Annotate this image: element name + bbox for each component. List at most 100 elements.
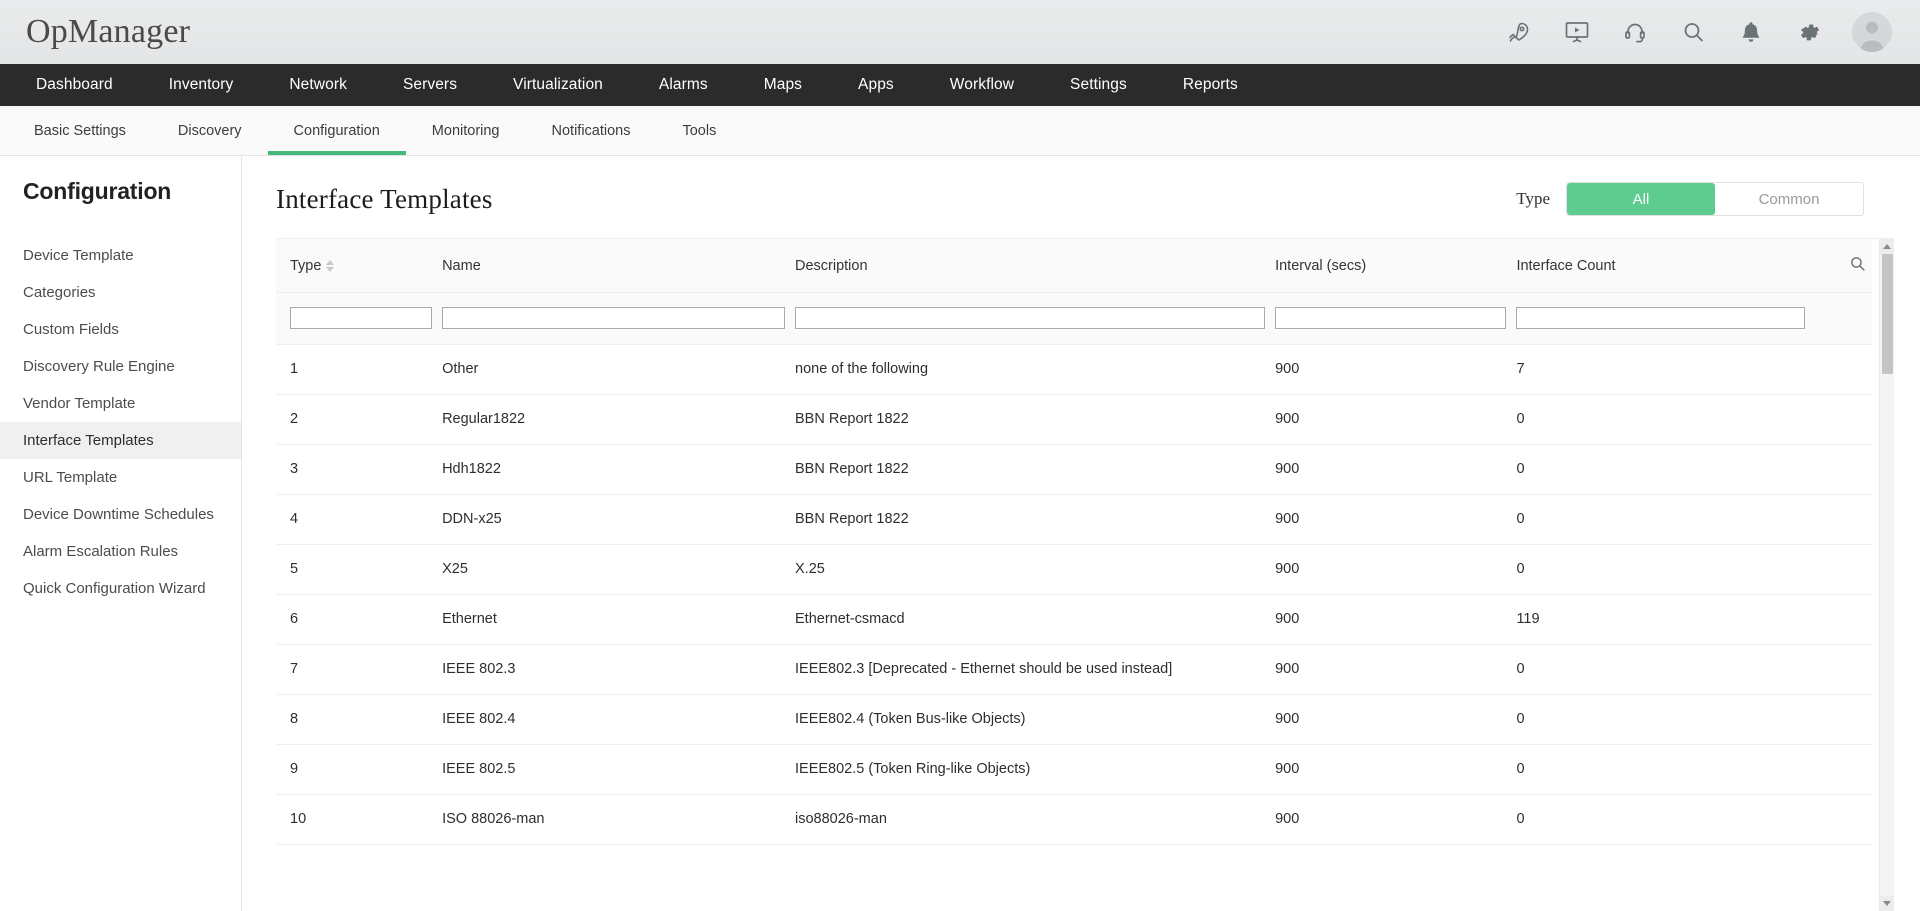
nav-item-virtualization[interactable]: Virtualization [485,64,631,106]
search-icon[interactable] [1678,17,1708,47]
column-header-interface-count[interactable]: Interface Count [1516,239,1814,293]
column-header-type[interactable]: Type [276,239,442,293]
presentation-icon[interactable] [1562,17,1592,47]
cell-interval: 900 [1275,744,1516,794]
cell-interval: 900 [1275,444,1516,494]
table-row[interactable]: 8IEEE 802.4IEEE802.4 (Token Bus-like Obj… [276,694,1872,744]
subnav-item-basic-settings[interactable]: Basic Settings [8,106,152,155]
table-row[interactable]: 10ISO 88026-maniso88026-man9000 [276,794,1872,844]
cell-actions [1815,594,1872,644]
subnav-item-tools[interactable]: Tools [656,106,742,155]
sort-toggle-icon[interactable] [326,260,334,272]
nav-item-dashboard[interactable]: Dashboard [8,64,141,106]
cell-interface-count: 0 [1516,744,1814,794]
cell-interval: 900 [1275,644,1516,694]
table-filter-row [276,293,1872,345]
filter-cell-description [795,293,1275,345]
cell-description: IEEE802.3 [Deprecated - Ethernet should … [795,644,1275,694]
bell-icon[interactable] [1736,17,1766,47]
nav-item-inventory[interactable]: Inventory [141,64,262,106]
sidebar: Configuration Device TemplateCategoriesC… [0,156,242,911]
sidebar-item-url-template[interactable]: URL Template [0,459,241,496]
nav-item-apps[interactable]: Apps [830,64,922,106]
cell-interface-count: 0 [1516,694,1814,744]
cell-description: none of the following [795,344,1275,394]
subnav-item-configuration[interactable]: Configuration [268,106,406,155]
subnav-item-monitoring[interactable]: Monitoring [406,106,526,155]
gear-icon[interactable] [1794,17,1824,47]
table-row[interactable]: 2Regular1822BBN Report 18229000 [276,394,1872,444]
cell-type: 5 [276,544,442,594]
table-row[interactable]: 7IEEE 802.3IEEE802.3 [Deprecated - Ether… [276,644,1872,694]
sidebar-item-custom-fields[interactable]: Custom Fields [0,311,241,348]
nav-item-alarms[interactable]: Alarms [631,64,736,106]
cell-interval: 900 [1275,494,1516,544]
type-toggle-all[interactable]: All [1567,183,1715,215]
column-header-interval[interactable]: Interval (secs) [1275,239,1516,293]
cell-description: IEEE802.4 (Token Bus-like Objects) [795,694,1275,744]
cell-description: iso88026-man [795,794,1275,844]
sidebar-item-alarm-escalation-rules[interactable]: Alarm Escalation Rules [0,533,241,570]
page-layout: Configuration Device TemplateCategoriesC… [0,156,1920,911]
cell-name: IEEE 802.4 [442,694,795,744]
filter-input-interval[interactable] [1275,307,1506,329]
rocket-icon[interactable] [1504,17,1534,47]
interface-templates-table: Type Name Description Interval (secs) In… [276,239,1872,845]
sidebar-item-interface-templates[interactable]: Interface Templates [0,422,241,459]
nav-item-settings[interactable]: Settings [1042,64,1155,106]
sidebar-item-quick-configuration-wizard[interactable]: Quick Configuration Wizard [0,570,241,607]
sidebar-title: Configuration [0,178,241,205]
app-logo: OpManager [26,13,190,51]
subnav-item-notifications[interactable]: Notifications [526,106,657,155]
table-row[interactable]: 3Hdh1822BBN Report 18229000 [276,444,1872,494]
column-header-search [1815,239,1872,293]
table-scrollbar[interactable] [1879,239,1894,911]
sidebar-item-discovery-rule-engine[interactable]: Discovery Rule Engine [0,348,241,385]
nav-item-reports[interactable]: Reports [1155,64,1266,106]
cell-actions [1815,794,1872,844]
cell-name: ISO 88026-man [442,794,795,844]
scroll-down-arrow-icon[interactable] [1880,896,1894,911]
table-header-row: Type Name Description Interval (secs) In… [276,239,1872,293]
type-toggle-common[interactable]: Common [1715,183,1863,215]
filter-input-name[interactable] [442,307,785,329]
column-header-description[interactable]: Description [795,239,1275,293]
table-row[interactable]: 4DDN-x25BBN Report 18229000 [276,494,1872,544]
column-header-name[interactable]: Name [442,239,795,293]
scrollbar-thumb[interactable] [1882,254,1893,374]
table-row[interactable]: 5X25X.259000 [276,544,1872,594]
sidebar-item-categories[interactable]: Categories [0,274,241,311]
sidebar-item-device-template[interactable]: Device Template [0,237,241,274]
scroll-up-arrow-icon[interactable] [1880,239,1894,254]
cell-type: 4 [276,494,442,544]
cell-type: 9 [276,744,442,794]
content-area: Interface Templates Type AllCommon Type [242,156,1920,911]
subnav-item-discovery[interactable]: Discovery [152,106,268,155]
avatar[interactable] [1852,12,1892,52]
filter-input-description[interactable] [795,307,1265,329]
cell-interval: 900 [1275,594,1516,644]
cell-actions [1815,394,1872,444]
cell-description: X.25 [795,544,1275,594]
cell-interface-count: 0 [1516,444,1814,494]
filter-input-interface-count[interactable] [1516,307,1804,329]
cell-interface-count: 0 [1516,394,1814,444]
table-row[interactable]: 6EthernetEthernet-csmacd900119 [276,594,1872,644]
filter-cell-interval [1275,293,1516,345]
sidebar-item-vendor-template[interactable]: Vendor Template [0,385,241,422]
filter-cell-spacer [1815,293,1872,345]
nav-item-servers[interactable]: Servers [375,64,485,106]
cell-interval: 900 [1275,394,1516,444]
nav-item-workflow[interactable]: Workflow [922,64,1042,106]
cell-type: 7 [276,644,442,694]
table-search-icon[interactable] [1849,255,1866,276]
table-row[interactable]: 9IEEE 802.5IEEE802.5 (Token Ring-like Ob… [276,744,1872,794]
nav-item-network[interactable]: Network [261,64,375,106]
nav-item-maps[interactable]: Maps [736,64,830,106]
table-row[interactable]: 1Othernone of the following9007 [276,344,1872,394]
content-header: Interface Templates Type AllCommon [276,182,1894,216]
sidebar-item-device-downtime-schedules[interactable]: Device Downtime Schedules [0,496,241,533]
headset-icon[interactable] [1620,17,1650,47]
filter-input-type[interactable] [290,307,432,329]
cell-name: Hdh1822 [442,444,795,494]
